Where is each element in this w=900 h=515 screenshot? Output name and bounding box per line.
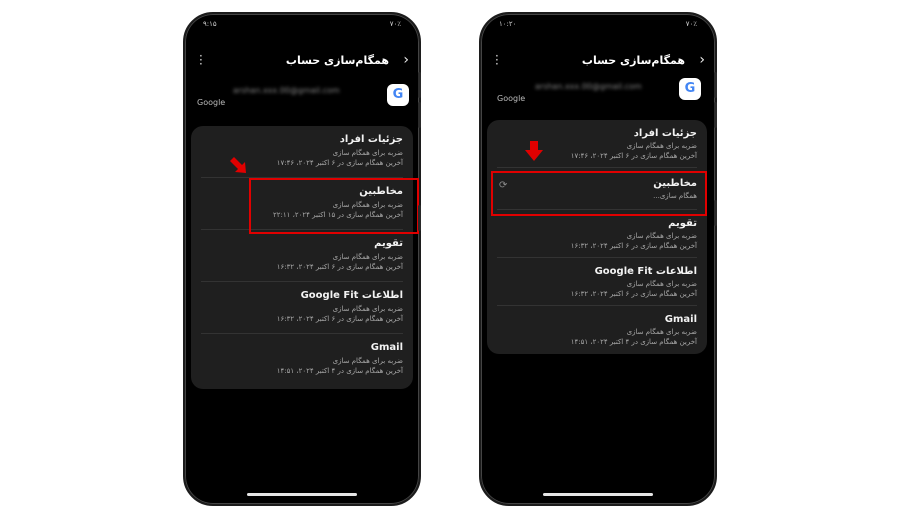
item-last-sync: آخرین همگام سازی در ۶ اکتبر ۲۰۲۴، ۱۶:۳۲ bbox=[276, 315, 403, 323]
chevron-right-icon[interactable]: › bbox=[403, 52, 409, 68]
account-row: Google arshan.xxx.00@gmail.com G bbox=[185, 80, 419, 120]
item-name: Gmail bbox=[664, 314, 697, 325]
item-last-sync: آخرین همگام سازی در ۴ اکتبر ۲۰۲۴، ۱۴:۵۱ bbox=[570, 338, 697, 346]
item-hint: ضربه برای همگام سازی bbox=[626, 142, 697, 150]
status-time: ۱۰:۲۰ bbox=[499, 20, 517, 28]
item-name: تقویم bbox=[668, 218, 697, 229]
chevron-right-icon[interactable]: › bbox=[699, 52, 705, 68]
item-name: Gmail bbox=[370, 342, 403, 353]
home-indicator[interactable] bbox=[247, 493, 357, 496]
sync-item-gmail[interactable]: Gmail ضربه برای همگام سازی آخرین همگام س… bbox=[191, 334, 413, 386]
page-title: همگام‌سازی حساب bbox=[581, 54, 685, 67]
account-row: Google arshan.xxx.00@gmail.com G bbox=[481, 74, 715, 114]
account-email: arshan.xxx.00@gmail.com bbox=[233, 86, 340, 95]
item-last-sync: آخرین همگام سازی در ۶ اکتبر ۲۰۲۴، ۱۶:۳۲ bbox=[570, 290, 697, 298]
item-last-sync: آخرین همگام سازی در ۶ اکتبر ۲۰۲۴، ۱۶:۳۲ bbox=[276, 263, 403, 271]
item-hint: ضربه برای همگام سازی bbox=[332, 149, 403, 157]
right-phone: ۱۰:۲۰ ۷۰٪ · · · همگام‌سازی حساب › Google a… bbox=[479, 12, 717, 506]
side-button bbox=[418, 102, 421, 128]
account-provider: Google bbox=[497, 94, 526, 103]
item-name: جزئیات افراد bbox=[339, 134, 403, 145]
sync-item-people-details[interactable]: جزئیات افراد ضربه برای همگام سازی آخرین … bbox=[191, 126, 413, 178]
side-button bbox=[418, 205, 421, 231]
item-name: جزئیات افراد bbox=[633, 128, 697, 139]
item-last-sync: آخرین همگام سازی در ۴ اکتبر ۲۰۲۴، ۱۴:۵۱ bbox=[276, 367, 403, 375]
sync-item-calendar[interactable]: تقویم ضربه برای همگام سازی آخرین همگام س… bbox=[191, 230, 413, 282]
side-button bbox=[714, 72, 717, 98]
arrow-pointer-icon bbox=[230, 157, 246, 173]
left-phone: ۹:۱۵ ۷۰٪ · · · همگام‌سازی حساب › Google ar… bbox=[183, 12, 421, 506]
side-button bbox=[418, 72, 421, 98]
item-last-sync: آخرین همگام سازی در ۶ اکتبر ۲۰۲۴، ۱۶:۳۲ bbox=[570, 242, 697, 250]
status-bar: ۹:۱۵ ۷۰٪ bbox=[185, 18, 419, 32]
item-hint: ضربه برای همگام سازی bbox=[332, 357, 403, 365]
sync-item-gmail[interactable]: Gmail ضربه برای همگام سازی آخرین همگام س… bbox=[487, 306, 707, 354]
status-time: ۹:۱۵ bbox=[203, 20, 217, 28]
contacts-highlight-box bbox=[249, 178, 419, 234]
page-title: همگام‌سازی حساب bbox=[285, 54, 389, 67]
home-indicator[interactable] bbox=[543, 493, 653, 496]
arrow-down-icon bbox=[525, 141, 543, 161]
side-button bbox=[714, 102, 717, 128]
app-header: · · · همگام‌سازی حساب › bbox=[481, 48, 715, 76]
google-logo-icon: G bbox=[387, 84, 409, 106]
sync-item-people-details[interactable]: جزئیات افراد ضربه برای همگام سازی آخرین … bbox=[487, 120, 707, 168]
sync-list: جزئیات افراد ضربه برای همگام سازی آخرین … bbox=[487, 120, 707, 354]
side-button bbox=[714, 200, 717, 226]
item-name: اطلاعات Google Fit bbox=[594, 266, 697, 277]
account-provider: Google bbox=[197, 98, 226, 107]
sync-item-calendar[interactable]: تقویم ضربه برای همگام سازی آخرین همگام س… bbox=[487, 210, 707, 258]
battery-level: ۷۰٪ bbox=[389, 20, 401, 28]
item-hint: ضربه برای همگام سازی bbox=[332, 253, 403, 261]
status-bar: ۱۰:۲۰ ۷۰٪ bbox=[481, 18, 715, 32]
item-last-sync: آخرین همگام سازی در ۶ اکتبر ۲۰۲۴، ۱۷:۴۶ bbox=[570, 152, 697, 160]
account-email: arshan.xxx.00@gmail.com bbox=[535, 82, 642, 91]
contacts-highlight-box bbox=[491, 171, 707, 216]
sync-item-google-fit[interactable]: اطلاعات Google Fit ضربه برای همگام سازی … bbox=[191, 282, 413, 334]
item-name: اطلاعات Google Fit bbox=[300, 290, 403, 301]
item-last-sync: آخرین همگام سازی در ۶ اکتبر ۲۰۲۴، ۱۷:۴۶ bbox=[276, 159, 403, 167]
more-vert-icon[interactable]: · · · bbox=[495, 50, 499, 70]
item-hint: ضربه برای همگام سازی bbox=[332, 305, 403, 313]
sync-list: جزئیات افراد ضربه برای همگام سازی آخرین … bbox=[191, 126, 413, 389]
item-hint: ضربه برای همگام سازی bbox=[626, 280, 697, 288]
item-hint: ضربه برای همگام سازی bbox=[626, 232, 697, 240]
item-name: تقویم bbox=[374, 238, 403, 249]
battery-level: ۷۰٪ bbox=[685, 20, 697, 28]
sync-item-google-fit[interactable]: اطلاعات Google Fit ضربه برای همگام سازی … bbox=[487, 258, 707, 306]
app-header: · · · همگام‌سازی حساب › bbox=[185, 48, 419, 76]
more-vert-icon[interactable]: · · · bbox=[199, 50, 203, 70]
item-hint: ضربه برای همگام سازی bbox=[626, 328, 697, 336]
google-logo-icon: G bbox=[679, 78, 701, 100]
